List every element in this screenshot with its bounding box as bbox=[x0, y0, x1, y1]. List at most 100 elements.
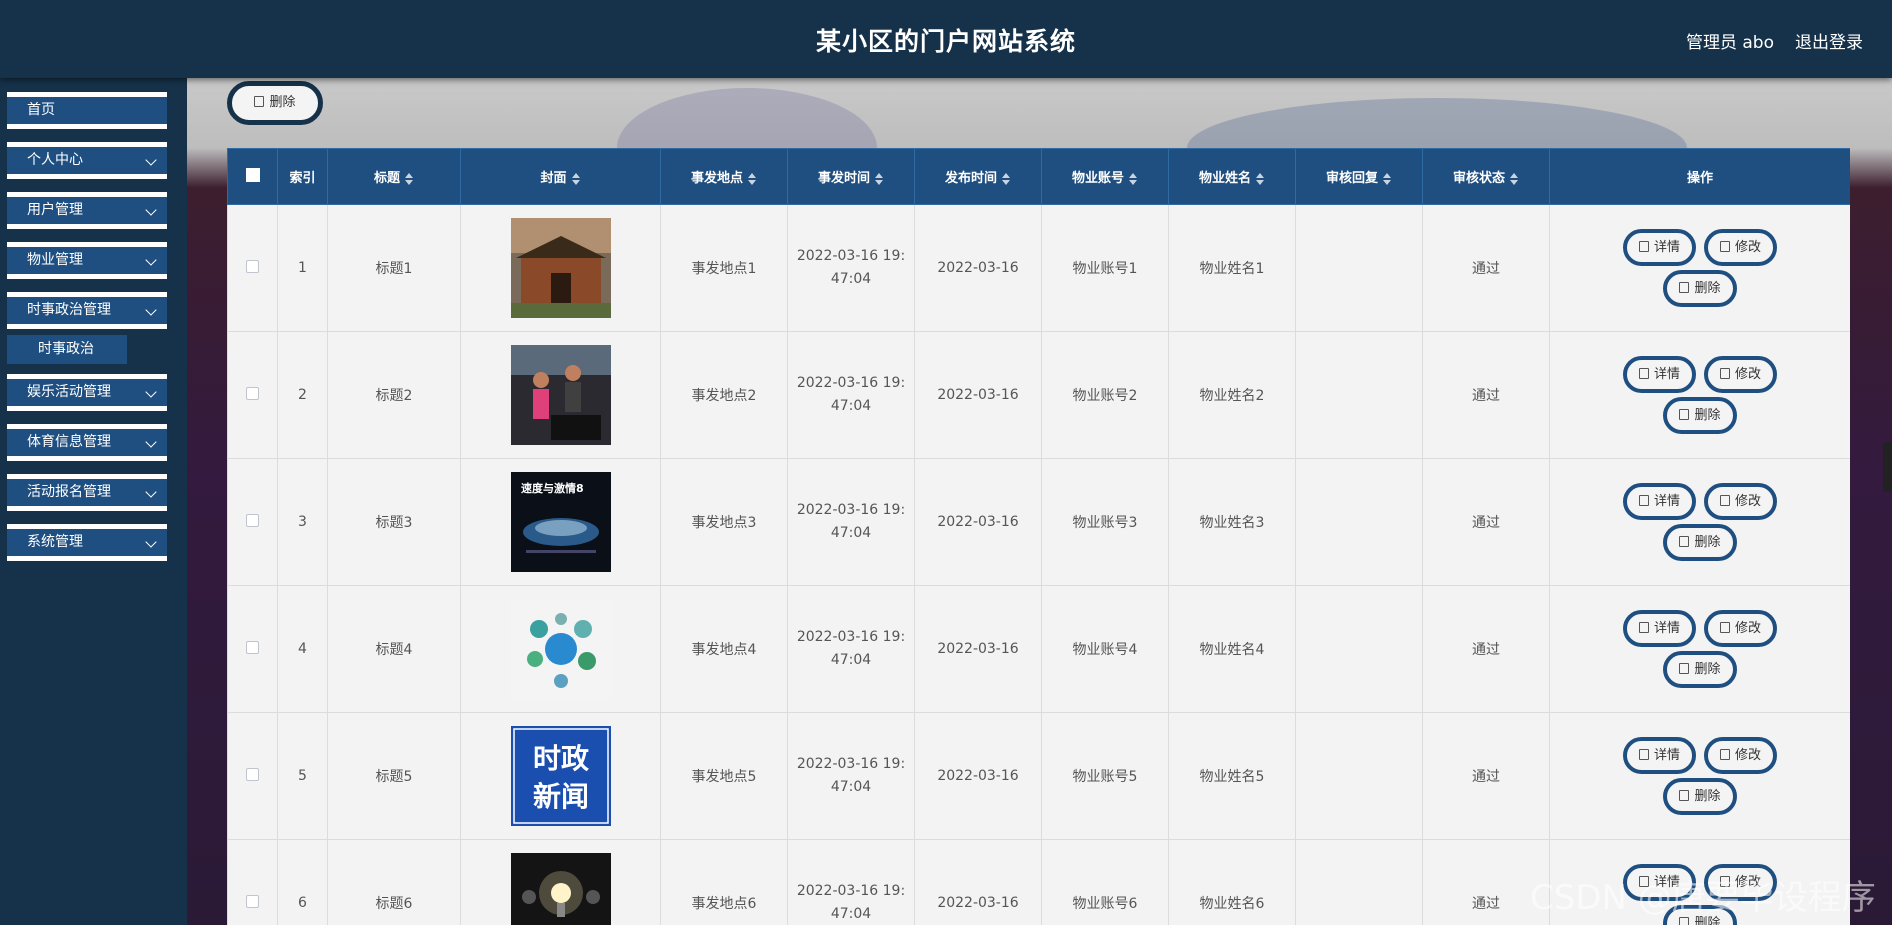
event-time-line2: 47:04 bbox=[830, 398, 872, 414]
column-header-reply[interactable]: 审核回复 bbox=[1295, 148, 1423, 205]
sidebar: 首页 个人中心 用户管理 物业管理 时事政治管理 时事政治 娱乐活动管理 体育信… bbox=[0, 78, 187, 925]
column-header-name[interactable]: 物业姓名 bbox=[1168, 148, 1296, 205]
sort-icon[interactable] bbox=[1256, 172, 1265, 185]
row-checkbox[interactable] bbox=[246, 259, 259, 273]
scrollbar-thumb[interactable] bbox=[1883, 442, 1892, 492]
trash-icon bbox=[1679, 663, 1690, 674]
logout-link[interactable]: 退出登录 bbox=[1795, 28, 1863, 53]
row-select-cell[interactable] bbox=[227, 585, 278, 713]
sort-icon[interactable] bbox=[405, 172, 414, 185]
row-select-cell[interactable] bbox=[227, 204, 278, 332]
row-checkbox[interactable] bbox=[246, 767, 259, 781]
sort-icon[interactable] bbox=[1002, 172, 1011, 185]
sidebar-item-label: 用户管理 bbox=[27, 202, 83, 218]
sidebar-item-label: 体育信息管理 bbox=[27, 434, 111, 450]
detail-button[interactable]: 详情 bbox=[1622, 229, 1696, 266]
row-select-cell[interactable] bbox=[227, 331, 278, 459]
detail-button[interactable]: 详情 bbox=[1622, 610, 1696, 647]
cell-publish-time: 2022-03-16 bbox=[914, 712, 1042, 840]
column-header-account[interactable]: 物业账号 bbox=[1041, 148, 1169, 205]
trash-icon bbox=[1679, 790, 1690, 801]
cell-reply bbox=[1295, 204, 1423, 332]
delete-button[interactable]: 删除 bbox=[1663, 651, 1737, 688]
cell-event-time: 2022-03-16 19: 47:04 bbox=[787, 204, 915, 332]
batch-delete-button[interactable]: 删除 bbox=[227, 81, 323, 125]
cell-publish-time: 2022-03-16 bbox=[914, 204, 1042, 332]
data-table-container[interactable]: 索引 标题 封面 事发地点 事发时间 发布时间 物业账号 物业姓名 审核回复 审… bbox=[227, 148, 1850, 925]
button-label: 删除 bbox=[1694, 408, 1721, 423]
sidebar-item-profile[interactable]: 个人中心 bbox=[7, 142, 167, 179]
row-select-cell[interactable] bbox=[227, 458, 278, 586]
sort-icon[interactable] bbox=[1383, 172, 1392, 185]
column-header-event-time[interactable]: 事发时间 bbox=[787, 148, 915, 205]
cell-name: 物业姓名1 bbox=[1168, 204, 1296, 332]
cell-index: 3 bbox=[277, 458, 328, 586]
sidebar-item-label: 物业管理 bbox=[27, 252, 83, 268]
row-checkbox[interactable] bbox=[246, 894, 259, 908]
select-all-cell[interactable] bbox=[227, 148, 278, 205]
sort-icon[interactable] bbox=[748, 172, 757, 185]
event-time-line1: 2022-03-16 19: bbox=[796, 375, 906, 391]
select-all-checkbox[interactable] bbox=[245, 167, 260, 182]
event-time-line1: 2022-03-16 19: bbox=[796, 883, 906, 899]
user-name: 管理员 abo bbox=[1685, 33, 1774, 53]
detail-button[interactable]: 详情 bbox=[1622, 483, 1696, 520]
chevron-down-icon bbox=[145, 436, 157, 448]
detail-button[interactable]: 详情 bbox=[1622, 737, 1696, 774]
cell-reply bbox=[1295, 585, 1423, 713]
delete-button[interactable]: 删除 bbox=[1663, 524, 1737, 561]
cell-status: 通过 bbox=[1422, 331, 1550, 459]
edit-button[interactable]: 修改 bbox=[1704, 229, 1778, 266]
cell-actions: 详情 修改删除 bbox=[1549, 712, 1850, 840]
sidebar-item-label: 首页 bbox=[27, 102, 55, 118]
cover-image bbox=[510, 345, 611, 445]
row-checkbox[interactable] bbox=[246, 386, 259, 400]
sidebar-item-system[interactable]: 系统管理 bbox=[7, 524, 167, 561]
edit-button[interactable]: 修改 bbox=[1704, 483, 1778, 520]
cell-publish-time: 2022-03-16 bbox=[914, 331, 1042, 459]
button-label: 删除 bbox=[1694, 662, 1721, 677]
column-header-place[interactable]: 事发地点 bbox=[660, 148, 788, 205]
document-icon bbox=[1638, 622, 1649, 633]
cell-account: 物业账号4 bbox=[1041, 585, 1169, 713]
data-table: 索引 标题 封面 事发地点 事发时间 发布时间 物业账号 物业姓名 审核回复 审… bbox=[227, 148, 1850, 925]
column-header-title[interactable]: 标题 bbox=[327, 148, 461, 205]
sidebar-item-politics-mgmt[interactable]: 时事政治管理 bbox=[7, 292, 167, 329]
row-select-cell[interactable] bbox=[227, 712, 278, 840]
edit-button[interactable]: 修改 bbox=[1704, 610, 1778, 647]
cell-cover bbox=[460, 839, 661, 925]
sidebar-item-property[interactable]: 物业管理 bbox=[7, 242, 167, 279]
edit-button[interactable]: 修改 bbox=[1704, 356, 1778, 393]
pencil-icon bbox=[1720, 622, 1730, 633]
cover-image: 时政新闻 bbox=[510, 726, 611, 826]
button-label: 详情 bbox=[1653, 367, 1680, 382]
sort-icon[interactable] bbox=[1510, 172, 1519, 185]
row-checkbox[interactable] bbox=[246, 640, 259, 654]
sidebar-item-signup[interactable]: 活动报名管理 bbox=[7, 474, 167, 511]
sidebar-item-sports[interactable]: 体育信息管理 bbox=[7, 424, 167, 461]
cell-account: 物业账号1 bbox=[1041, 204, 1169, 332]
sort-icon[interactable] bbox=[1129, 172, 1138, 185]
cell-event-time: 2022-03-16 19: 47:04 bbox=[787, 585, 915, 713]
delete-button[interactable]: 删除 bbox=[1663, 270, 1737, 307]
row-checkbox[interactable] bbox=[246, 513, 259, 527]
sort-icon[interactable] bbox=[875, 172, 884, 185]
sort-icon[interactable] bbox=[571, 172, 581, 185]
delete-button[interactable]: 删除 bbox=[1663, 397, 1737, 434]
delete-button[interactable]: 删除 bbox=[1663, 778, 1737, 815]
column-header-publish-time[interactable]: 发布时间 bbox=[914, 148, 1042, 205]
cell-actions: 详情 修改删除 bbox=[1549, 585, 1850, 713]
cell-reply bbox=[1295, 458, 1423, 586]
column-header-cover[interactable]: 封面 bbox=[460, 148, 661, 205]
edit-button[interactable]: 修改 bbox=[1704, 737, 1778, 774]
sidebar-subitem-politics[interactable]: 时事政治 bbox=[7, 335, 127, 364]
cell-reply bbox=[1295, 331, 1423, 459]
sidebar-item-users[interactable]: 用户管理 bbox=[7, 192, 167, 229]
button-label: 删除 bbox=[1694, 281, 1721, 296]
row-select-cell[interactable] bbox=[227, 839, 278, 925]
button-label: 修改 bbox=[1735, 748, 1762, 763]
sidebar-item-home[interactable]: 首页 bbox=[7, 92, 167, 129]
column-header-status[interactable]: 审核状态 bbox=[1422, 148, 1550, 205]
detail-button[interactable]: 详情 bbox=[1622, 356, 1696, 393]
sidebar-item-entertainment[interactable]: 娱乐活动管理 bbox=[7, 374, 167, 411]
